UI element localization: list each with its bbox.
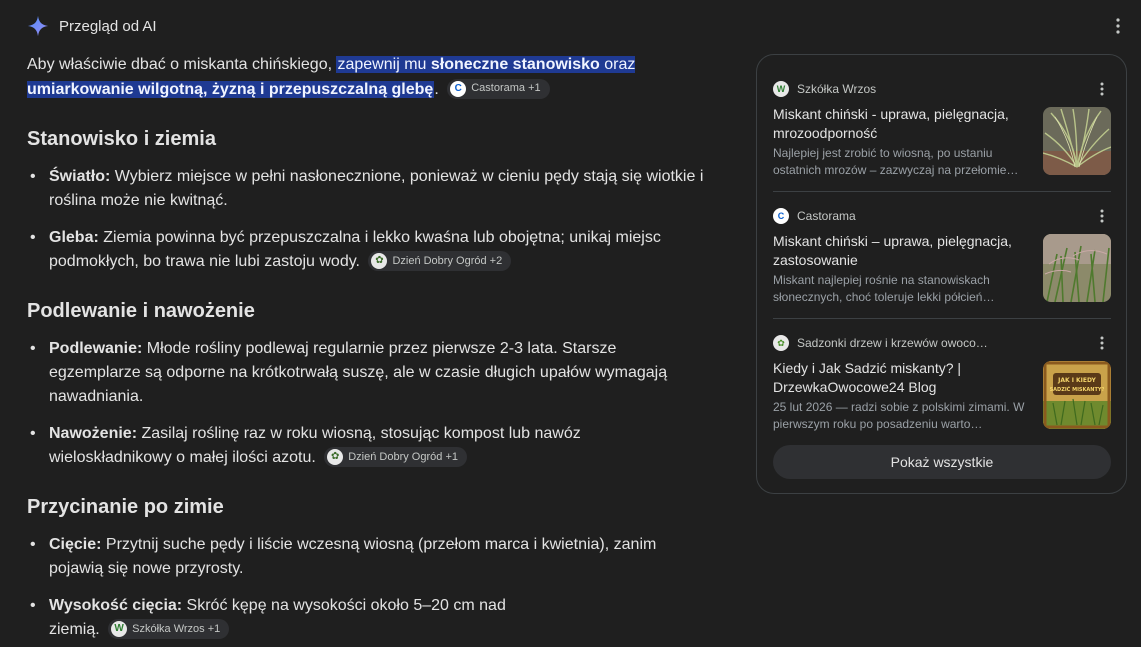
source-thumbnail[interactable]: JAK I KIEDY SADZIĆ MISKANTY? bbox=[1043, 361, 1111, 429]
castorama-icon: C bbox=[450, 80, 467, 97]
item-text: Przytnij suche pędy i liście wczesną wio… bbox=[49, 536, 657, 577]
source-more-icon[interactable] bbox=[1093, 206, 1111, 226]
section-heading: Stanowisko i ziemia bbox=[27, 128, 216, 150]
source-more-icon[interactable] bbox=[1093, 333, 1111, 353]
thumbnail-caption-line1: JAK I KIEDY bbox=[1057, 377, 1096, 384]
item-term: Gleba: bbox=[49, 229, 99, 246]
dzien-dobry-ogrod-icon: ✿ bbox=[327, 448, 344, 465]
section-przycinanie: Przycinanie po zimie Cięcie: Przytnij su… bbox=[27, 494, 677, 642]
source-chip-castorama[interactable]: C Castorama +1 bbox=[447, 78, 550, 99]
item-text: Ziemia powinna być przepuszczalna i lekk… bbox=[49, 229, 661, 270]
ai-overview-body: Aby właściwie dbać o miskanta chińskiego… bbox=[27, 52, 717, 639]
item-term: Cięcie: bbox=[49, 536, 102, 553]
chip-label: Szkółka Wrzos +1 bbox=[132, 622, 221, 635]
item-text: Wybierz miejsce w pełni nasłonecznione, … bbox=[49, 168, 704, 209]
bullet-list: Podlewanie: Młode rośliny podlewaj regul… bbox=[27, 337, 677, 470]
source-title[interactable]: Miskant chiński - uprawa, pielęgnacja, m… bbox=[773, 105, 1033, 143]
source-more-icon[interactable] bbox=[1093, 79, 1111, 99]
source-snippet: Miskant najlepiej rośnie na stanowiskach… bbox=[773, 273, 995, 304]
chip-label: Dzień Dobry Ogród +1 bbox=[348, 450, 458, 463]
source-thumbnail[interactable] bbox=[1043, 234, 1111, 302]
source-snippet: 25 lut 2026 — radzi sobie z polskimi zim… bbox=[773, 400, 1025, 431]
highlight-part: zapewnij mu bbox=[337, 56, 431, 73]
source-card-castorama[interactable]: C Castorama Miskant chiński – uprawa, pi… bbox=[773, 206, 1111, 306]
section-stanowisko: Stanowisko i ziemia Światło: Wybierz mie… bbox=[27, 126, 717, 274]
list-item: Cięcie: Przytnij suche pędy i liście wcz… bbox=[27, 533, 677, 581]
more-options-icon[interactable] bbox=[1108, 14, 1128, 38]
gemini-sparkle-icon bbox=[27, 15, 49, 37]
list-item: Wysokość cięcia: Skróć kępę na wysokości… bbox=[27, 594, 527, 642]
source-chip-dzien-dobry-ogrod[interactable]: ✿ Dzień Dobry Ogród +2 bbox=[368, 250, 512, 271]
castorama-icon: C bbox=[773, 208, 789, 224]
item-term: Podlewanie: bbox=[49, 340, 143, 357]
item-term: Wysokość cięcia: bbox=[49, 597, 183, 614]
section-heading: Przycinanie po zimie bbox=[27, 496, 224, 518]
source-chip-szkolka-wrzos[interactable]: W Szkółka Wrzos +1 bbox=[108, 618, 230, 639]
source-name: Szkółka Wrzos bbox=[797, 82, 877, 96]
source-header: W Szkółka Wrzos bbox=[773, 79, 876, 99]
item-term: Nawożenie: bbox=[49, 425, 138, 442]
source-header: C Castorama bbox=[773, 206, 856, 226]
dzien-dobry-ogrod-icon: ✿ bbox=[371, 252, 388, 269]
intro-text: Aby właściwie dbać o miskanta chińskiego… bbox=[27, 56, 337, 73]
show-all-button[interactable]: Pokaż wszystkie bbox=[773, 445, 1111, 479]
source-name: Castorama bbox=[797, 209, 856, 223]
card-divider bbox=[773, 191, 1111, 192]
item-text: Młode rośliny podlewaj regularnie przez … bbox=[49, 340, 668, 405]
source-name: Sadzonki drzew i krzewów owoco… bbox=[797, 336, 988, 350]
source-snippet: Najlepiej jest zrobić to wiosną, po usta… bbox=[773, 146, 1019, 177]
source-thumbnail[interactable] bbox=[1043, 107, 1111, 175]
list-item: Nawożenie: Zasilaj roślinę raz w roku wi… bbox=[27, 422, 677, 470]
source-card-szkolka-wrzos[interactable]: W Szkółka Wrzos Miskant chiński - uprawa… bbox=[773, 79, 1111, 179]
sources-panel: W Szkółka Wrzos Miskant chiński - uprawa… bbox=[756, 54, 1127, 494]
card-divider bbox=[773, 318, 1111, 319]
list-item: Gleba: Ziemia powinna być przepuszczalna… bbox=[27, 226, 717, 274]
item-term: Światło: bbox=[49, 168, 111, 185]
list-item: Światło: Wybierz miejsce w pełni nasłone… bbox=[27, 165, 717, 213]
ai-overview-header: Przegląd od AI bbox=[27, 14, 157, 38]
bullet-list: Cięcie: Przytnij suche pędy i liście wcz… bbox=[27, 533, 677, 642]
bullet-list: Światło: Wybierz miejsce w pełni nasłone… bbox=[27, 165, 717, 274]
source-header: ✿ Sadzonki drzew i krzewów owoco… bbox=[773, 333, 988, 353]
section-podlewanie: Podlewanie i nawożenie Podlewanie: Młode… bbox=[27, 298, 677, 470]
chip-label: Dzień Dobry Ogród +2 bbox=[392, 254, 503, 267]
intro-suffix: . bbox=[434, 81, 439, 98]
thumbnail-caption-line2: SADZIĆ MISKANTY? bbox=[1050, 386, 1105, 393]
source-title[interactable]: Miskant chiński – uprawa, pielęgnacja, z… bbox=[773, 232, 1033, 270]
intro-paragraph: Aby właściwie dbać o miskanta chińskiego… bbox=[27, 52, 717, 102]
highlight-bold: słoneczne stanowisko bbox=[430, 56, 600, 73]
section-heading: Podlewanie i nawożenie bbox=[27, 300, 255, 322]
highlight-part: oraz bbox=[599, 56, 636, 73]
ai-overview-title: Przegląd od AI bbox=[59, 17, 157, 35]
szkolka-wrzos-icon: W bbox=[111, 620, 128, 637]
source-chip-dzien-dobry-ogrod[interactable]: ✿ Dzień Dobry Ogród +1 bbox=[324, 446, 467, 467]
source-card-drzewkaowocowe24[interactable]: ✿ Sadzonki drzew i krzewów owoco… Kiedy … bbox=[773, 333, 1111, 433]
highlight-bold: umiarkowanie wilgotną, żyzną i przepuszc… bbox=[27, 81, 434, 98]
chip-label: Castorama +1 bbox=[471, 82, 541, 95]
source-title[interactable]: Kiedy i Jak Sadzić miskanty? | DrzewkaOw… bbox=[773, 359, 1033, 397]
szkolka-wrzos-icon: W bbox=[773, 81, 789, 97]
sadzonki-icon: ✿ bbox=[773, 335, 789, 351]
list-item: Podlewanie: Młode rośliny podlewaj regul… bbox=[27, 337, 677, 409]
